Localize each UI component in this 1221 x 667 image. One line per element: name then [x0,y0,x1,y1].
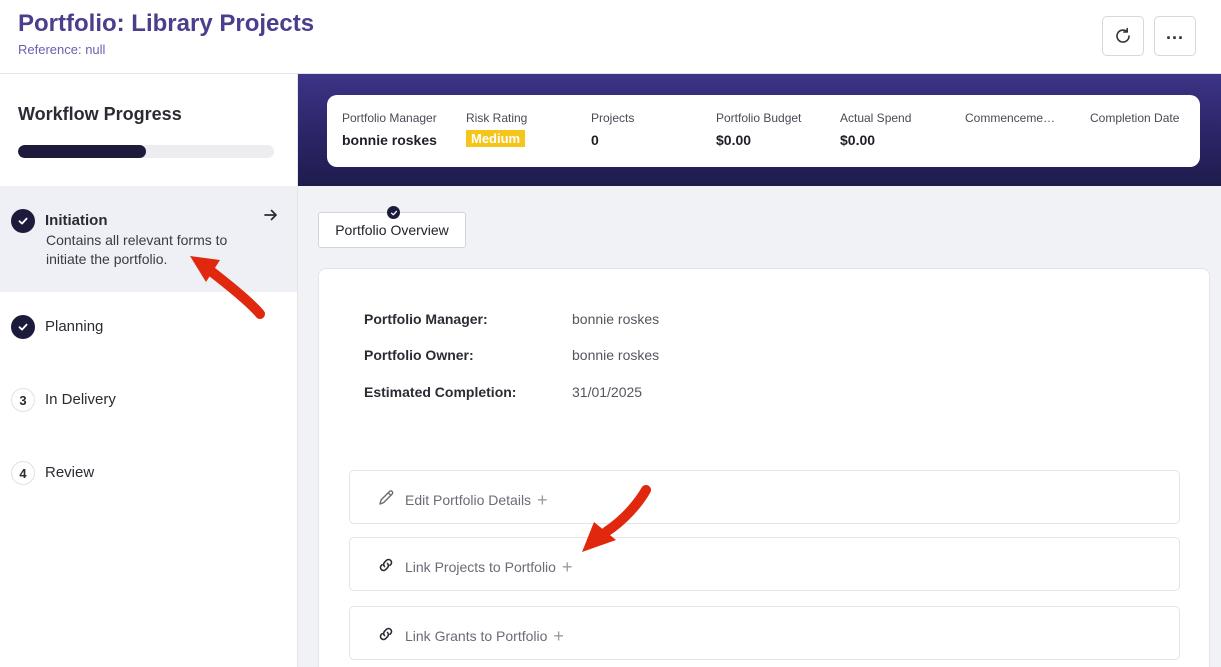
workflow-progress-bar [18,145,274,158]
refresh-icon [1116,27,1130,43]
summary-actual-spend: Actual Spend $0.00 [840,111,950,148]
stage-number-badge: 4 [11,461,35,485]
stage-planning[interactable]: Planning [0,292,297,365]
link-icon [379,627,393,641]
stage-in-delivery[interactable]: 3 In Delivery [0,365,297,438]
arrow-right-icon[interactable] [264,208,278,226]
check-circle-icon [11,209,35,233]
summary-label: Portfolio Budget [716,111,802,125]
action-label: Link Grants to Portfolio + [405,626,564,646]
field-label: Estimated Completion: [364,384,517,400]
summary-label: Actual Spend [840,111,912,125]
workflow-sidebar: Workflow Progress Initiation Contains al… [0,74,298,667]
summary-value: bonnie roskes [342,132,437,148]
summary-label: Projects [591,111,635,125]
field-value: 31/01/2025 [572,384,643,400]
summary-value: $0.00 [716,132,752,148]
summary-value: 0 [591,132,599,148]
plus-icon: + [561,557,573,577]
stage-description: Contains all relevant forms to initiate … [46,232,228,267]
field-label: Portfolio Manager: [364,311,488,327]
stage-review[interactable]: 4 Review [0,438,297,511]
portfolio-summary-card: Portfolio Manager bonnie roskes Risk Rat… [327,95,1200,167]
summary-portfolio-manager: Portfolio Manager bonnie roskes [342,111,452,148]
more-icon: ... [1165,23,1184,43]
summary-completion-date: Completion Date [1090,111,1200,132]
plus-icon: + [537,490,548,510]
tab-complete-icon [387,206,400,219]
page-title: Portfolio: Library Projects [18,10,315,37]
action-label: Link Projects to Portfolio + [405,557,573,577]
stage-label: In Delivery [45,391,116,408]
summary-commencement-date: Commencement Date [965,111,1075,132]
summary-value: $0.00 [840,132,876,148]
stage-initiation[interactable]: Initiation Contains all relevant forms t… [0,186,297,292]
workflow-progress-title: Workflow Progress [18,104,182,124]
tab-label: Portfolio Overview [335,222,449,238]
summary-risk-rating: Risk Rating Medium [466,111,576,148]
summary-portfolio-budget: Portfolio Budget $0.00 [716,111,826,148]
plus-icon: + [553,626,564,646]
check-circle-icon [11,315,35,339]
link-icon [379,558,393,572]
action-label: Edit Portfolio Details + [405,490,548,510]
link-grants-button[interactable]: Link Grants to Portfolio + [349,606,1180,660]
page-header: Portfolio: Library Projects Reference: n… [0,0,1221,74]
summary-label: Completion Date [1090,111,1180,125]
link-projects-button[interactable]: Link Projects to Portfolio + [349,537,1180,591]
refresh-button[interactable] [1102,16,1144,56]
field-value: bonnie roskes [572,347,660,363]
more-options-button[interactable]: ... [1154,16,1196,56]
stage-label: Initiation [45,212,108,229]
portfolio-overview-card: Portfolio Manager: bonnie roskes Portfol… [318,268,1210,667]
summary-label: Commencement Date [965,111,1060,125]
workflow-progress-fill [18,145,146,158]
stage-label: Planning [45,318,104,335]
stage-number-badge: 3 [11,388,35,412]
summary-projects: Projects 0 [591,111,701,148]
field-value: bonnie roskes [572,311,660,327]
field-label: Portfolio Owner: [364,347,474,363]
page-reference: Reference: null [18,42,106,57]
stage-label: Review [45,464,95,481]
summary-label: Risk Rating [466,111,528,125]
pencil-icon [379,490,394,505]
edit-portfolio-details-button[interactable]: Edit Portfolio Details + [349,470,1180,524]
risk-rating-badge: Medium [466,130,526,147]
summary-label: Portfolio Manager [342,111,437,125]
